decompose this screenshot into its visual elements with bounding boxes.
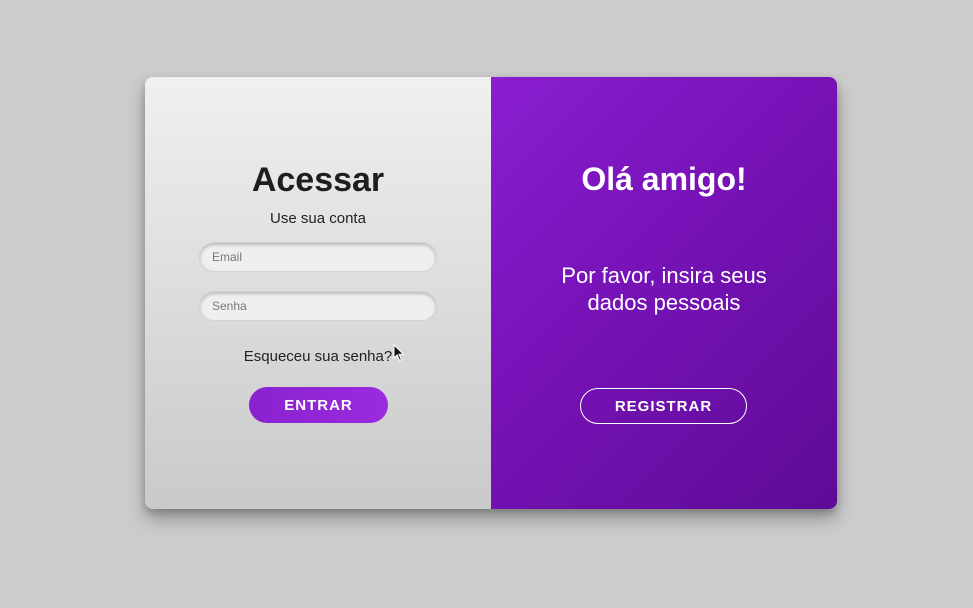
login-button[interactable]: ENTRAR: [249, 387, 388, 423]
auth-card: Acessar Use sua conta Esqueceu sua senha…: [145, 77, 837, 509]
login-subtitle: Use sua conta: [270, 210, 366, 227]
welcome-panel: Olá amigo! Por favor, insira seus dados …: [491, 77, 837, 509]
email-input[interactable]: [199, 242, 437, 272]
password-input[interactable]: [199, 291, 437, 321]
login-panel: Acessar Use sua conta Esqueceu sua senha…: [145, 77, 491, 509]
arrow-cursor-icon: [393, 344, 405, 362]
welcome-message: Por favor, insira seus dados pessoais: [561, 263, 767, 315]
welcome-title: Olá amigo!: [581, 161, 747, 197]
forgot-password-link[interactable]: Esqueceu sua senha?: [145, 348, 491, 365]
register-button[interactable]: REGISTRAR: [580, 388, 747, 424]
login-title: Acessar: [251, 161, 385, 199]
